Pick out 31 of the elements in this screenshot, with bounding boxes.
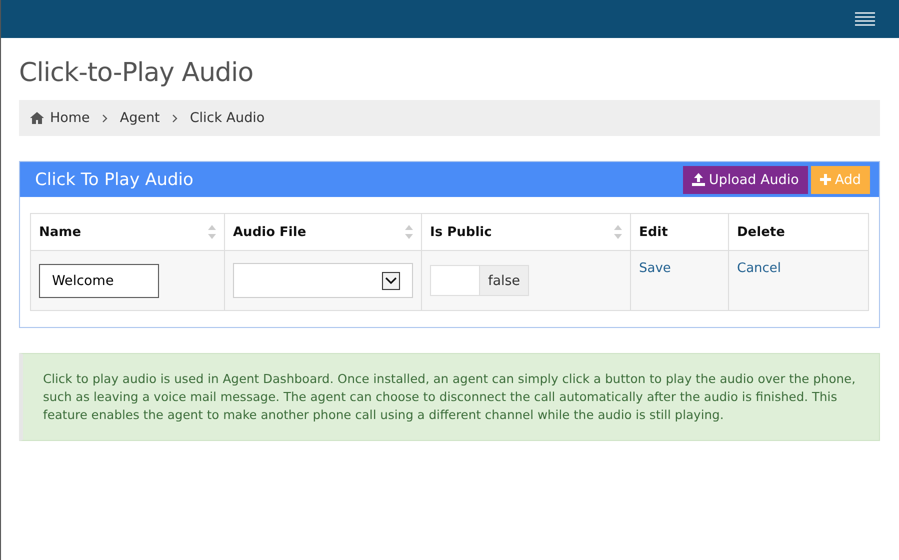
- audio-file-dropdown[interactable]: [233, 263, 413, 298]
- column-header[interactable]: Audio File: [224, 214, 422, 250]
- home-icon: [30, 112, 44, 124]
- panel-title: Click To Play Audio: [35, 170, 194, 190]
- sort-icon: [405, 224, 413, 240]
- upload-icon: [692, 173, 705, 186]
- chevron-icon: [102, 114, 108, 122]
- column-header[interactable]: Name: [30, 214, 224, 250]
- breadcrumb-item[interactable]: Home: [50, 110, 90, 126]
- upload-button[interactable]: Upload Audio: [682, 166, 808, 194]
- breadcrumb-item[interactable]: Agent: [120, 110, 160, 126]
- chevron-icon: [172, 114, 178, 122]
- column-label: Edit: [639, 224, 668, 240]
- info-message: Click to play audio is used in Agent Dashboard. Once installed, an agent can simply click a button to play the audio over the phone, such as leaving a voice mail message. The agent can choose to disconnect the call automatically after the audio is finished. This feature enables the agent to make another phone call using a different channel while the audio is still playing.: [19, 353, 880, 441]
- column-label: Delete: [737, 224, 785, 240]
- cancel-link[interactable]: Cancel: [737, 261, 782, 276]
- breadcrumb-item: Click Audio: [190, 110, 265, 126]
- menu-icon[interactable]: [855, 12, 875, 26]
- plus-icon: [820, 174, 831, 185]
- dropdown-icon: [382, 272, 400, 290]
- input-addon: false: [480, 265, 530, 296]
- column-label: Is Public: [430, 224, 492, 240]
- save-link[interactable]: Save: [639, 261, 671, 276]
- name-field[interactable]: Welcome: [39, 264, 159, 298]
- column-label: Audio File: [233, 224, 306, 240]
- sort-icon: [208, 224, 216, 240]
- sort-icon: [614, 224, 622, 240]
- is-public-field[interactable]: [430, 265, 480, 296]
- column-label: Name: [39, 224, 82, 240]
- page-title: Click-to-Play Audio: [19, 57, 254, 90]
- column-header[interactable]: Is Public: [422, 214, 630, 250]
